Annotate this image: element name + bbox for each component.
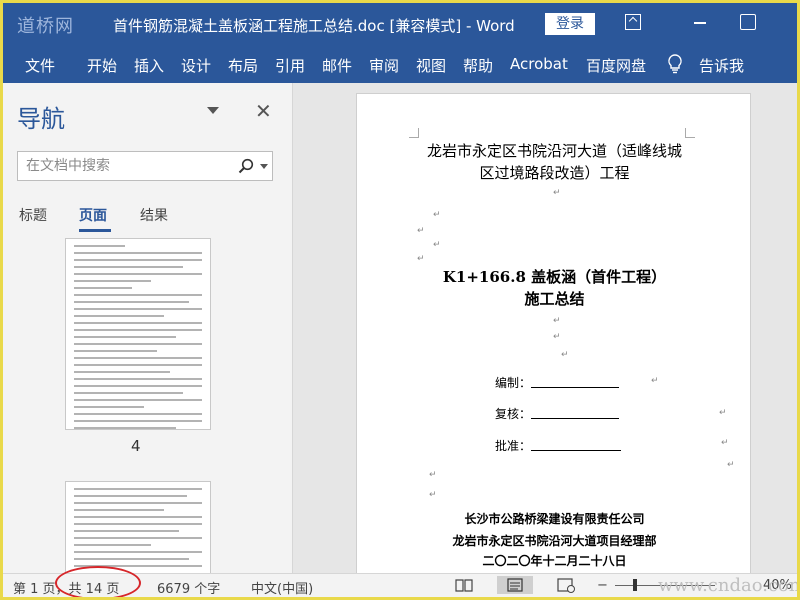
- tab-acrobat[interactable]: Acrobat: [510, 55, 568, 73]
- web-layout-icon[interactable]: [555, 576, 577, 594]
- pane-options-chevron-icon[interactable]: [207, 107, 219, 114]
- crop-mark: [409, 128, 419, 138]
- document-area[interactable]: 龙岩市永定区书院沿河大道（适峰线城 区过境路段改造）工程 ↵ ↵ ↵ ↵ ↵ K…: [294, 83, 797, 578]
- active-tab-indicator: [79, 229, 111, 232]
- field-label-compiled-by: 编制：: [495, 376, 532, 390]
- lightbulb-icon[interactable]: [667, 54, 683, 74]
- document-title-line-1: 龙岩市永定区书院沿河大道（适峰线城: [426, 142, 682, 160]
- org-line-1: 长沙市公路桥梁建设有限责任公司: [464, 512, 645, 526]
- signature-line: [531, 450, 621, 451]
- watermark-url: www.cndao.com: [658, 575, 800, 596]
- paragraph-mark: ↵: [429, 470, 437, 480]
- tab-mailings[interactable]: 邮件: [322, 55, 352, 76]
- search-icon[interactable]: [238, 158, 254, 174]
- paragraph-mark: ↵: [561, 350, 569, 360]
- tab-baidu-netdisk[interactable]: 百度网盘: [586, 55, 646, 76]
- field-label-approved-by: 批准：: [495, 439, 532, 453]
- tell-me-box[interactable]: 告诉我: [699, 55, 744, 76]
- watermark-logo: 道桥网: [17, 16, 74, 37]
- paragraph-mark: ↵: [433, 210, 441, 220]
- navigation-pane: 导航 ✕ 标题 页面 结果 4: [3, 83, 293, 573]
- signature-line: [531, 418, 619, 419]
- crop-mark: [685, 128, 695, 138]
- nav-search-box[interactable]: [17, 151, 273, 181]
- paragraph-mark: ↵: [651, 376, 659, 386]
- highlight-ellipse: [55, 566, 141, 597]
- ribbon-tabs: 文件 开始 插入 设计 布局 引用 邮件 审阅 视图 帮助 Acrobat 百度…: [3, 45, 797, 83]
- tab-references[interactable]: 引用: [275, 55, 305, 76]
- thumbnail-page-number: 4: [131, 437, 141, 455]
- tab-review[interactable]: 审阅: [369, 55, 399, 76]
- ribbon-display-options-icon[interactable]: [625, 14, 641, 30]
- tab-view[interactable]: 视图: [416, 55, 446, 76]
- page-thumbnail-4[interactable]: [65, 238, 211, 430]
- tab-help[interactable]: 帮助: [463, 55, 493, 76]
- nav-tab-headings[interactable]: 标题: [19, 205, 47, 225]
- signature-line: [531, 387, 619, 388]
- paragraph-mark: ↵: [417, 254, 425, 264]
- nav-pane-title: 导航: [17, 105, 65, 133]
- word-count[interactable]: 6679 个字: [157, 578, 220, 597]
- paragraph-mark: ↵: [553, 188, 561, 198]
- title-bar: 道桥网 首件钢筋混凝土盖板涵工程施工总结.doc [兼容模式] - Word 登…: [3, 3, 797, 45]
- document-subtitle-line-2: 施工总结: [524, 290, 585, 308]
- paragraph-mark: ↵: [417, 226, 425, 236]
- read-mode-icon[interactable]: [453, 576, 475, 594]
- tab-design[interactable]: 设计: [181, 55, 211, 76]
- nav-tab-results[interactable]: 结果: [140, 205, 168, 225]
- search-options-chevron-icon[interactable]: [260, 164, 268, 169]
- tab-file[interactable]: 文件: [25, 55, 55, 76]
- zoom-slider-thumb[interactable]: [633, 579, 637, 591]
- document-page[interactable]: 龙岩市永定区书院沿河大道（适峰线城 区过境路段改造）工程 ↵ ↵ ↵ ↵ ↵ K…: [356, 93, 751, 578]
- print-layout-icon: [507, 578, 523, 592]
- close-icon[interactable]: ✕: [255, 99, 272, 123]
- zoom-out-icon[interactable]: −: [597, 578, 608, 593]
- window-title: 首件钢筋混凝土盖板涵工程施工总结.doc [兼容模式] - Word: [113, 17, 515, 35]
- search-input[interactable]: [18, 152, 218, 180]
- nav-tab-pages[interactable]: 页面: [79, 205, 107, 225]
- document-title-line-2: 区过境路段改造）工程: [479, 164, 630, 182]
- minimize-icon[interactable]: [693, 14, 709, 30]
- paragraph-mark: ↵: [433, 240, 441, 250]
- tab-layout[interactable]: 布局: [228, 55, 258, 76]
- tab-insert[interactable]: 插入: [134, 55, 164, 76]
- tab-home[interactable]: 开始: [87, 55, 117, 76]
- page-thumbnail-5[interactable]: [65, 481, 211, 573]
- document-date: 二〇二〇年十二月二十八日: [482, 554, 627, 568]
- paragraph-mark: ↵: [721, 438, 729, 448]
- language[interactable]: 中文(中国): [251, 578, 313, 597]
- paragraph-mark: ↵: [719, 408, 727, 418]
- org-line-2: 龙岩市永定区书院沿河大道项目经理部: [452, 534, 657, 548]
- login-button[interactable]: 登录: [545, 13, 595, 35]
- paragraph-mark: ↵: [429, 490, 437, 500]
- document-subtitle-line-1: K1+166.8 盖板涵（首件工程）: [442, 268, 667, 286]
- print-layout-view[interactable]: [497, 576, 533, 594]
- paragraph-mark: ↵: [553, 316, 561, 326]
- paragraph-mark: ↵: [553, 332, 561, 342]
- word-window: 道桥网 首件钢筋混凝土盖板涵工程施工总结.doc [兼容模式] - Word 登…: [0, 0, 800, 600]
- paragraph-mark: ↵: [727, 460, 735, 470]
- maximize-icon[interactable]: [740, 14, 756, 30]
- field-label-reviewed-by: 复核：: [495, 407, 532, 421]
- page-thumbnails: 4: [3, 238, 292, 573]
